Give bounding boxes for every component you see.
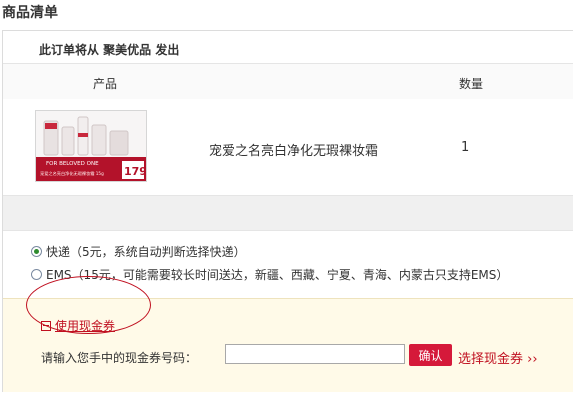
product-quantity: 1 — [461, 140, 470, 155]
confirm-button[interactable]: 确认 — [409, 344, 452, 366]
product-thumbnail[interactable]: FOR BELOVED ONE 宠爱之名亮白净化无瑕裸妆霜 15g 179 — [35, 110, 147, 182]
column-header-product: 产品 — [93, 77, 118, 91]
table-header: 产品 数量 — [3, 63, 573, 100]
radio-ems[interactable] — [31, 269, 42, 280]
column-header-quantity: 数量 — [459, 77, 484, 91]
table-row: FOR BELOVED ONE 宠爱之名亮白净化无瑕裸妆霜 15g 179 宠爱… — [3, 99, 573, 195]
section-title: 商品清单 — [2, 5, 58, 21]
product-name[interactable]: 宠爱之名亮白净化无瑕裸妆霜 — [209, 140, 378, 159]
select-coupon-link[interactable]: 选择现金券 ›› — [458, 348, 538, 367]
product-image: FOR BELOVED ONE 宠爱之名亮白净化无瑕裸妆霜 15g 179 — [36, 111, 146, 181]
annotation-circle — [26, 276, 151, 334]
shipping-option-express-label: 快递（5元，系统自动判断选择快递） — [46, 245, 246, 259]
thumb-caption: 宠爱之名亮白净化无瑕裸妆霜 15g — [40, 170, 104, 177]
radio-express[interactable] — [31, 246, 42, 257]
shipping-option-express[interactable]: 快递（5元，系统自动判断选择快递） — [31, 243, 246, 260]
thumb-price: 179 — [124, 165, 146, 178]
divider-band — [3, 195, 573, 231]
ship-from-text: 此订单将从 聚美优品 发出 — [39, 43, 180, 57]
coupon-code-input[interactable] — [225, 344, 405, 364]
order-panel: 此订单将从 聚美优品 发出 产品 数量 FOR BELOVED ONE 宠爱之名… — [2, 30, 573, 392]
coupon-input-label: 请输入您手中的现金券号码： — [41, 351, 198, 365]
thumb-banner-text: FOR BELOVED ONE — [46, 161, 99, 167]
